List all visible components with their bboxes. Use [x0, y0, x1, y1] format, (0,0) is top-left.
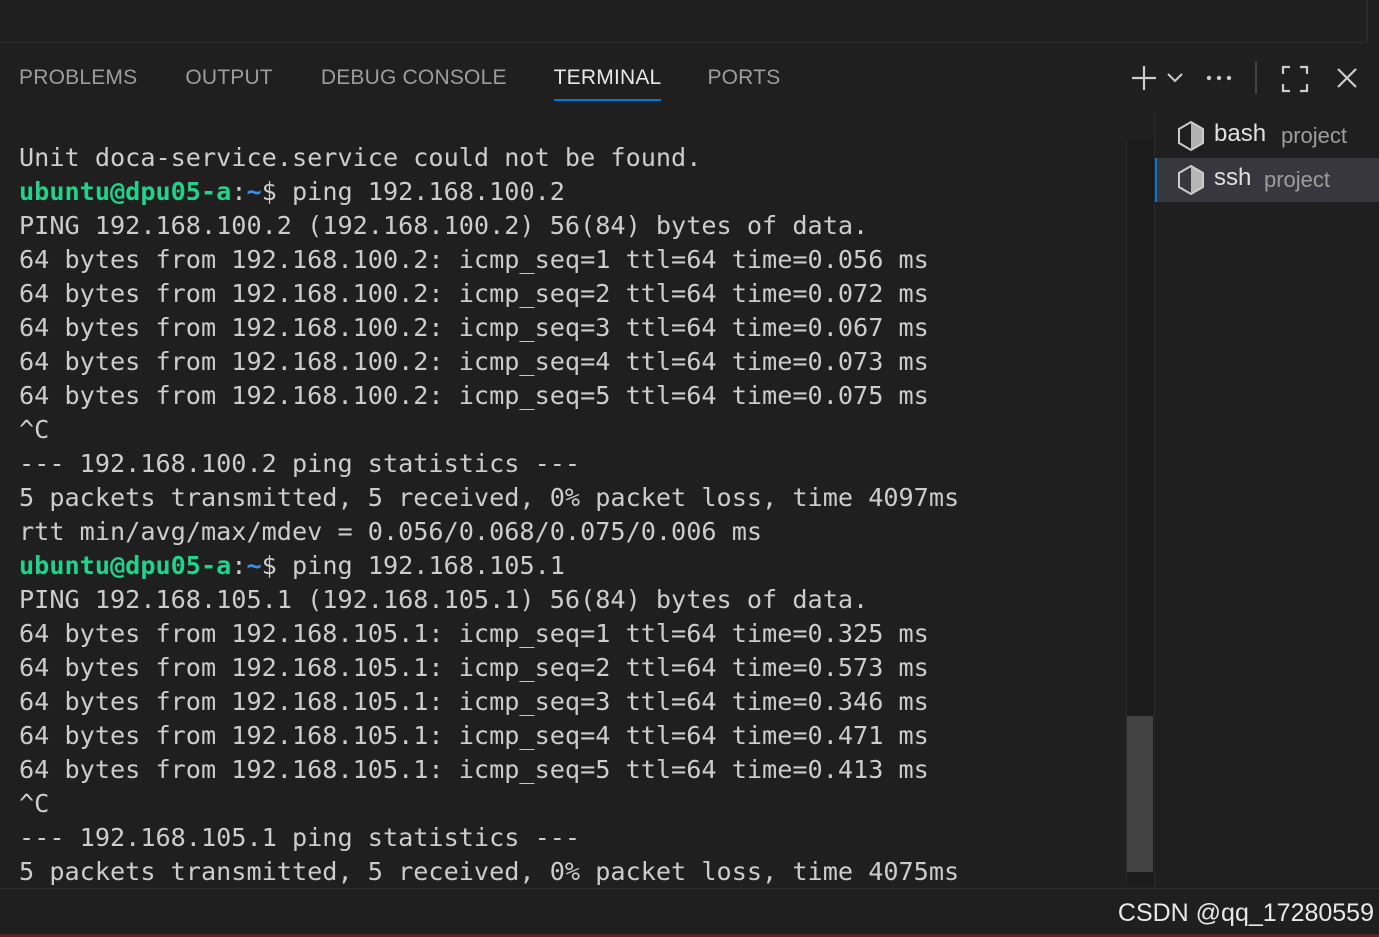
more-icon[interactable] [1205, 70, 1233, 91]
terminal-line: ^C [19, 415, 50, 444]
panel-tabs: PROBLEMS OUTPUT DEBUG CONSOLE TERMINAL P… [19, 66, 780, 106]
command-text: ping 192.168.105.1 [276, 551, 565, 580]
tab-ports[interactable]: PORTS [707, 66, 780, 106]
terminal-line: 64 bytes from 192.168.100.2: icmp_seq=4 … [19, 347, 929, 376]
actions-separator [1255, 62, 1257, 94]
terminal-scrollbar-thumb[interactable] [1127, 716, 1153, 872]
terminal-line: Unit doca-service.service could not be f… [19, 143, 702, 172]
terminal-line: PING 192.168.100.2 (192.168.100.2) 56(84… [19, 211, 869, 240]
terminal-instance-bash[interactable]: $ bash project [1155, 114, 1379, 158]
terminal-line: rtt min/avg/max/mdev = 0.056/0.068/0.075… [19, 517, 763, 546]
prompt-symbol: $ [261, 177, 277, 206]
prompt-path: ~ [246, 177, 262, 206]
prompt-colon: : [231, 177, 247, 206]
tab-output[interactable]: OUTPUT [185, 66, 273, 106]
terminal-instance-ssh[interactable]: $ ssh project [1155, 158, 1379, 202]
editor-area-bottom [0, 0, 1366, 43]
terminal-instance-name: ssh [1214, 164, 1252, 191]
terminal-shell-icon: $ [1177, 164, 1205, 196]
chevron-down-icon[interactable] [1166, 70, 1184, 91]
terminal-line: 64 bytes from 192.168.105.1: icmp_seq=1 … [19, 619, 929, 648]
terminal-line: 5 packets transmitted, 5 received, 0% pa… [19, 483, 960, 512]
terminal-line: 64 bytes from 192.168.100.2: icmp_seq=5 … [19, 381, 929, 410]
svg-text:$: $ [1185, 133, 1191, 144]
maximize-icon[interactable] [1281, 65, 1309, 98]
terminal-line: 64 bytes from 192.168.105.1: icmp_seq=3 … [19, 687, 929, 716]
terminal-line: --- 192.168.100.2 ping statistics --- [19, 449, 581, 478]
terminal-line: 64 bytes from 192.168.100.2: icmp_seq=3 … [19, 313, 929, 342]
terminal-instance-description: project [1264, 167, 1331, 192]
terminal-prompt-line: ubuntu@dpu05-a:~$ ping 192.168.100.2 [19, 175, 565, 209]
terminal-line: --- 192.168.105.1 ping statistics --- [19, 823, 581, 852]
prompt-symbol: $ [261, 551, 277, 580]
watermark-text: CSDN @qq_17280559 [1117, 899, 1374, 927]
terminal-line: 64 bytes from 192.168.105.1: icmp_seq=4 … [19, 721, 929, 750]
prompt-user: ubuntu@dpu05-a [19, 551, 232, 580]
prompt-user: ubuntu@dpu05-a [19, 177, 232, 206]
status-area: CSDN @qq_17280559 [0, 888, 1379, 935]
tab-debug-console[interactable]: DEBUG CONSOLE [321, 66, 507, 106]
command-text: ping 192.168.100.2 [276, 177, 565, 206]
terminal-line: 64 bytes from 192.168.105.1: icmp_seq=2 … [19, 653, 929, 682]
terminal-instance-description: project [1281, 123, 1348, 148]
svg-text:$: $ [1185, 177, 1191, 188]
terminal-prompt-line: ubuntu@dpu05-a:~$ ping 192.168.105.1 [19, 549, 565, 583]
terminal-instance-name: bash [1214, 120, 1267, 147]
prompt-path: ~ [246, 551, 262, 580]
terminal-line: PING 192.168.105.1 (192.168.105.1) 56(84… [19, 585, 869, 614]
terminal-line: 64 bytes from 192.168.105.1: icmp_seq=5 … [19, 755, 929, 784]
editor-border [1366, 0, 1368, 42]
terminal-line: 5 packets transmitted, 5 received, 0% pa… [19, 857, 960, 886]
terminal-shell-icon: $ [1177, 120, 1205, 152]
prompt-colon: : [231, 551, 247, 580]
tab-terminal[interactable]: TERMINAL [553, 66, 662, 106]
tab-problems[interactable]: PROBLEMS [19, 66, 137, 106]
terminal-list-divider [1154, 112, 1155, 888]
terminal-line: 64 bytes from 192.168.100.2: icmp_seq=2 … [19, 279, 929, 308]
plus-icon[interactable] [1130, 64, 1158, 97]
terminal-line: ^C [19, 789, 50, 818]
terminal-line: 64 bytes from 192.168.100.2: icmp_seq=1 … [19, 245, 929, 274]
terminal-output[interactable]: Unit doca-service.service could not be f… [0, 112, 1126, 888]
terminal-instances-list: $ bash project $ ssh project [1155, 114, 1379, 202]
close-icon[interactable] [1335, 66, 1359, 95]
